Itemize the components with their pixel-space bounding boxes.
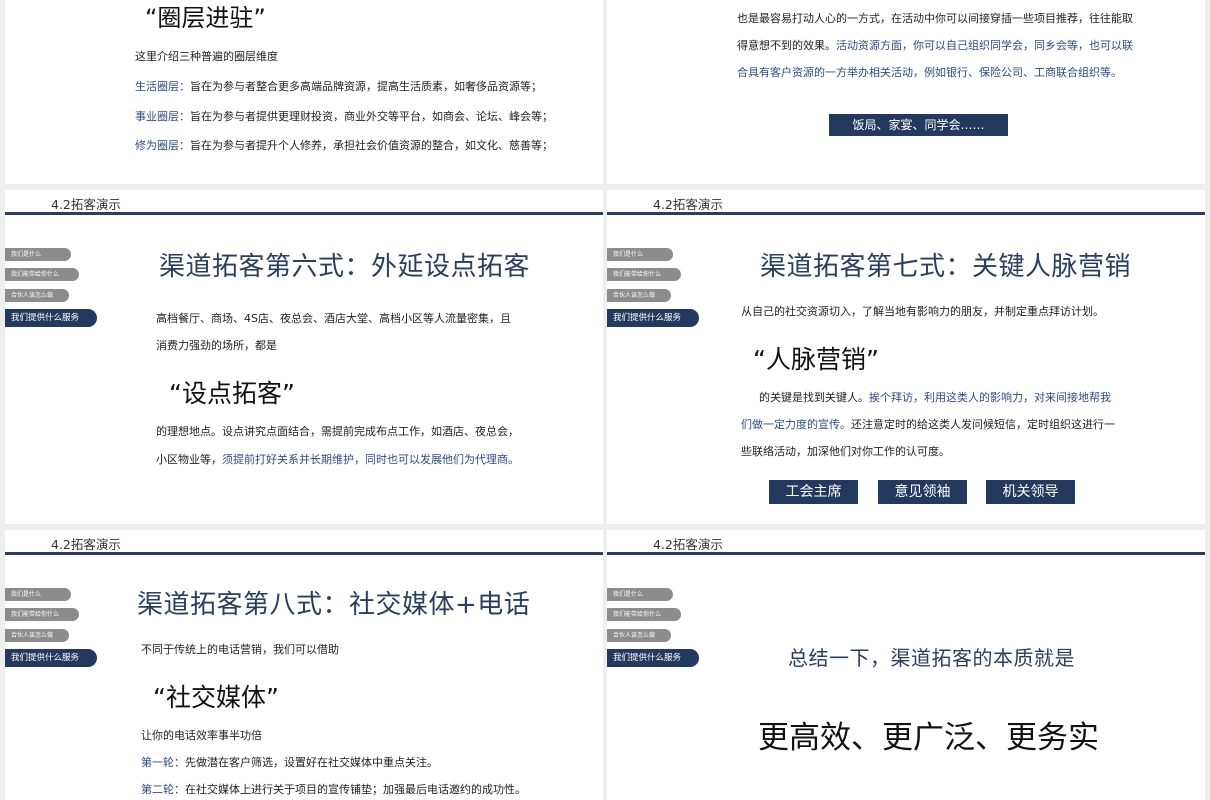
section-title: 4.2拓客演示 [653, 537, 723, 552]
summary-lead: 总结一下，渠道拓客的本质就是 [788, 646, 1075, 670]
text-plain: 小区物业等， [156, 453, 222, 466]
slide-summary: 4.2拓客演示 我们是什么 我们能带给你什么 合伙人该怎么做 我们提供什么服务 … [607, 530, 1205, 800]
header-rule [5, 552, 603, 555]
nav-item-services[interactable]: 我们提供什么服务 [5, 649, 97, 667]
nav-item-benefits[interactable]: 我们能带给你什么 [607, 268, 681, 281]
nav-item-services[interactable]: 我们提供什么服务 [5, 309, 97, 327]
item-text: 旨在为参与者整合更多高端品牌资源，提高生活质素，如奢侈品资源等； [190, 80, 542, 93]
tag-union-chair: 工会主席 [769, 480, 858, 504]
slide-title: 渠道拓客第六式：外延设点拓客 [159, 252, 531, 282]
text-highlight: 须提前打好关系并长期维护，同时也可以发展他们为代理商。 [222, 453, 519, 466]
paragraph-line: 让你的电话效率事半功倍 [141, 729, 262, 742]
text-highlight: 活动资源方面，你可以自己组织同学会，同乡会等，也可以联 [836, 39, 1133, 52]
item-label: 修为圈层： [135, 139, 190, 152]
text-highlight: 们做一定力度的宣传。 [741, 418, 851, 431]
slide-title: 渠道拓客第七式：关键人脉营销 [760, 252, 1132, 282]
paragraph-line: 些联络活动，加深他们对你工作的认可度。 [741, 445, 950, 458]
slide-event-resources: 也是最容易打动人心的一方式，在活动中你可以间接穿插一些项目推荐，往往能取 得意想… [607, 0, 1205, 184]
text-plain: 得意想不到的效果。 [737, 39, 836, 52]
section-title: 4.2拓客演示 [51, 537, 121, 552]
nav-item-what[interactable]: 我们是什么 [607, 248, 673, 261]
slide-quote: “设点拓客” [169, 379, 295, 408]
item-text: 先做潜在客户筛选，设置好在社交媒体中重点关注。 [185, 756, 438, 769]
nav-item-partners[interactable]: 合伙人该怎么做 [607, 629, 671, 642]
item-text: 在社交媒体上进行关于项目的宣传铺垫；加强最后电话邀约的成功性。 [185, 783, 526, 796]
slide-channel-7: 4.2拓客演示 我们是什么 我们能带给你什么 合伙人该怎么做 我们提供什么服务 … [607, 190, 1205, 524]
slide-quote: “社交媒体” [153, 683, 279, 712]
nav-item-what[interactable]: 我们是什么 [5, 588, 71, 601]
item-label: 第二轮： [141, 783, 185, 796]
nav-item-partners[interactable]: 合伙人该怎么做 [607, 289, 671, 302]
nav-item-partners[interactable]: 合伙人该怎么做 [5, 289, 69, 302]
section-title: 4.2拓客演示 [51, 197, 121, 212]
nav-item-services[interactable]: 我们提供什么服务 [607, 649, 699, 667]
item-label: 生活圈层： [135, 80, 190, 93]
nav-item-what[interactable]: 我们是什么 [607, 588, 673, 601]
paragraph-line: 消费力强劲的场所，都是 [156, 339, 277, 352]
paragraph-line: 不同于传统上的电话营销，我们可以借助 [141, 643, 339, 656]
slide-channel-6: 4.2拓客演示 我们是什么 我们能带给你什么 合伙人该怎么做 我们提供什么服务 … [5, 190, 603, 524]
nav-item-services[interactable]: 我们提供什么服务 [607, 309, 699, 327]
slide-quote: “人脉营销” [753, 345, 879, 374]
nav-item-partners[interactable]: 合伙人该怎么做 [5, 629, 69, 642]
list-item: 事业圈层：旨在为参与者提供更理财投资，商业外交等平台，如商会、论坛、峰会等； [135, 108, 553, 124]
text-highlight: 挨个拜访，利用这类人的影响力，对来间接地帮我 [869, 391, 1111, 404]
list-item: 修为圈层：旨在为参与者提升个人修养，承担社会价值资源的整合，如文化、慈善等； [135, 137, 553, 153]
nav-item-benefits[interactable]: 我们能带给你什么 [5, 608, 79, 621]
nav-item-what[interactable]: 我们是什么 [5, 248, 71, 261]
paragraph-line: 也是最容易打动人心的一方式，在活动中你可以间接穿插一些项目推荐，往往能取 [737, 12, 1133, 25]
nav-item-benefits[interactable]: 我们能带给你什么 [5, 268, 79, 281]
item-label: 事业圈层： [135, 110, 190, 123]
text-plain: 的关键是找到关键人。 [759, 391, 869, 404]
slide-channel-8: 4.2拓客演示 我们是什么 我们能带给你什么 合伙人该怎么做 我们提供什么服务 … [5, 530, 603, 800]
header-rule [607, 212, 1205, 215]
event-tag: 饭局、家宴、同学会…… [829, 114, 1008, 136]
slide-title: 渠道拓客第八式：社交媒体+电话 [137, 590, 531, 620]
header-rule [607, 552, 1205, 555]
nav-item-benefits[interactable]: 我们能带给你什么 [607, 608, 681, 621]
item-text: 旨在为参与者提供更理财投资，商业外交等平台，如商会、论坛、峰会等； [190, 110, 553, 123]
paragraph-line: 得意想不到的效果。活动资源方面，你可以自己组织同学会，同乡会等，也可以联 [737, 37, 1133, 53]
paragraph-line: 高档餐厅、商场、4S店、夜总会、酒店大堂、高档小区等人流量密集，且 [156, 312, 511, 325]
slide-circle-entry: “圈层进驻” 这里介绍三种普遍的圈层维度 生活圈层：旨在为参与者整合更多高端品牌… [5, 0, 603, 184]
tag-agency-leader: 机关领导 [986, 480, 1075, 504]
paragraph-line: 从自己的社交资源切入，了解当地有影响力的朋友，并制定重点拜访计划。 [741, 305, 1104, 318]
header-rule [5, 212, 603, 215]
list-item: 第一轮：先做潜在客户筛选，设置好在社交媒体中重点关注。 [141, 754, 438, 770]
section-title: 4.2拓客演示 [653, 197, 723, 212]
list-item: 第二轮：在社交媒体上进行关于项目的宣传铺垫；加强最后电话邀约的成功性。 [141, 781, 526, 797]
paragraph-line: 们做一定力度的宣传。还注意定时的给这类人发问候短信，定时组织这进行一 [741, 416, 1115, 432]
summary-statement: 更高效、更广泛、更务实 [758, 720, 1099, 756]
slide-quote: “圈层进驻” [145, 4, 266, 32]
tag-opinion-leader: 意见领袖 [878, 480, 967, 504]
slide-intro: 这里介绍三种普遍的圈层维度 [135, 50, 278, 63]
paragraph-line: 的关键是找到关键人。挨个拜访，利用这类人的影响力，对来间接地帮我 [759, 389, 1111, 405]
list-item: 生活圈层：旨在为参与者整合更多高端品牌资源，提高生活质素，如奢侈品资源等； [135, 78, 542, 94]
item-label: 第一轮： [141, 756, 185, 769]
paragraph-line: 的理想地点。设点讲究点面结合，需提前完成布点工作，如酒店、夜总会， [156, 425, 519, 438]
paragraph-line: 小区物业等，须提前打好关系并长期维护，同时也可以发展他们为代理商。 [156, 451, 519, 467]
paragraph-line: 合具有客户资源的一方举办相关活动，例如银行、保险公司、工商联合组织等。 [737, 66, 1122, 79]
text-plain: 还注意定时的给这类人发问候短信，定时组织这进行一 [851, 418, 1115, 431]
item-text: 旨在为参与者提升个人修养，承担社会价值资源的整合，如文化、慈善等； [190, 139, 553, 152]
